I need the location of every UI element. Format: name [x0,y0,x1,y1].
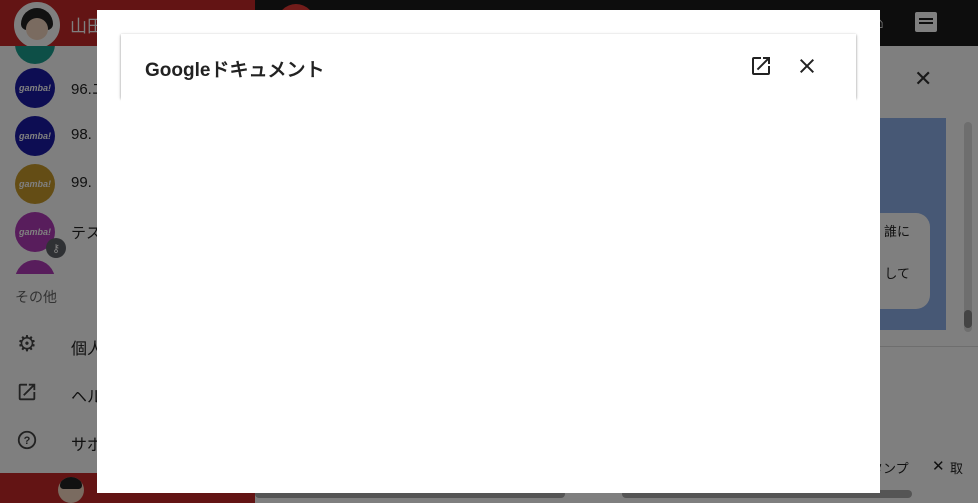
close-icon [800,59,814,73]
open-in-new-button[interactable] [749,54,773,78]
dialog-header: Googleドキュメント [121,34,856,98]
google-docs-dialog: Googleドキュメント [97,10,880,493]
close-button[interactable] [795,54,819,78]
dialog-title: Googleドキュメント [145,60,325,81]
document-frame[interactable] [121,98,856,478]
open-in-new-icon [752,57,770,75]
